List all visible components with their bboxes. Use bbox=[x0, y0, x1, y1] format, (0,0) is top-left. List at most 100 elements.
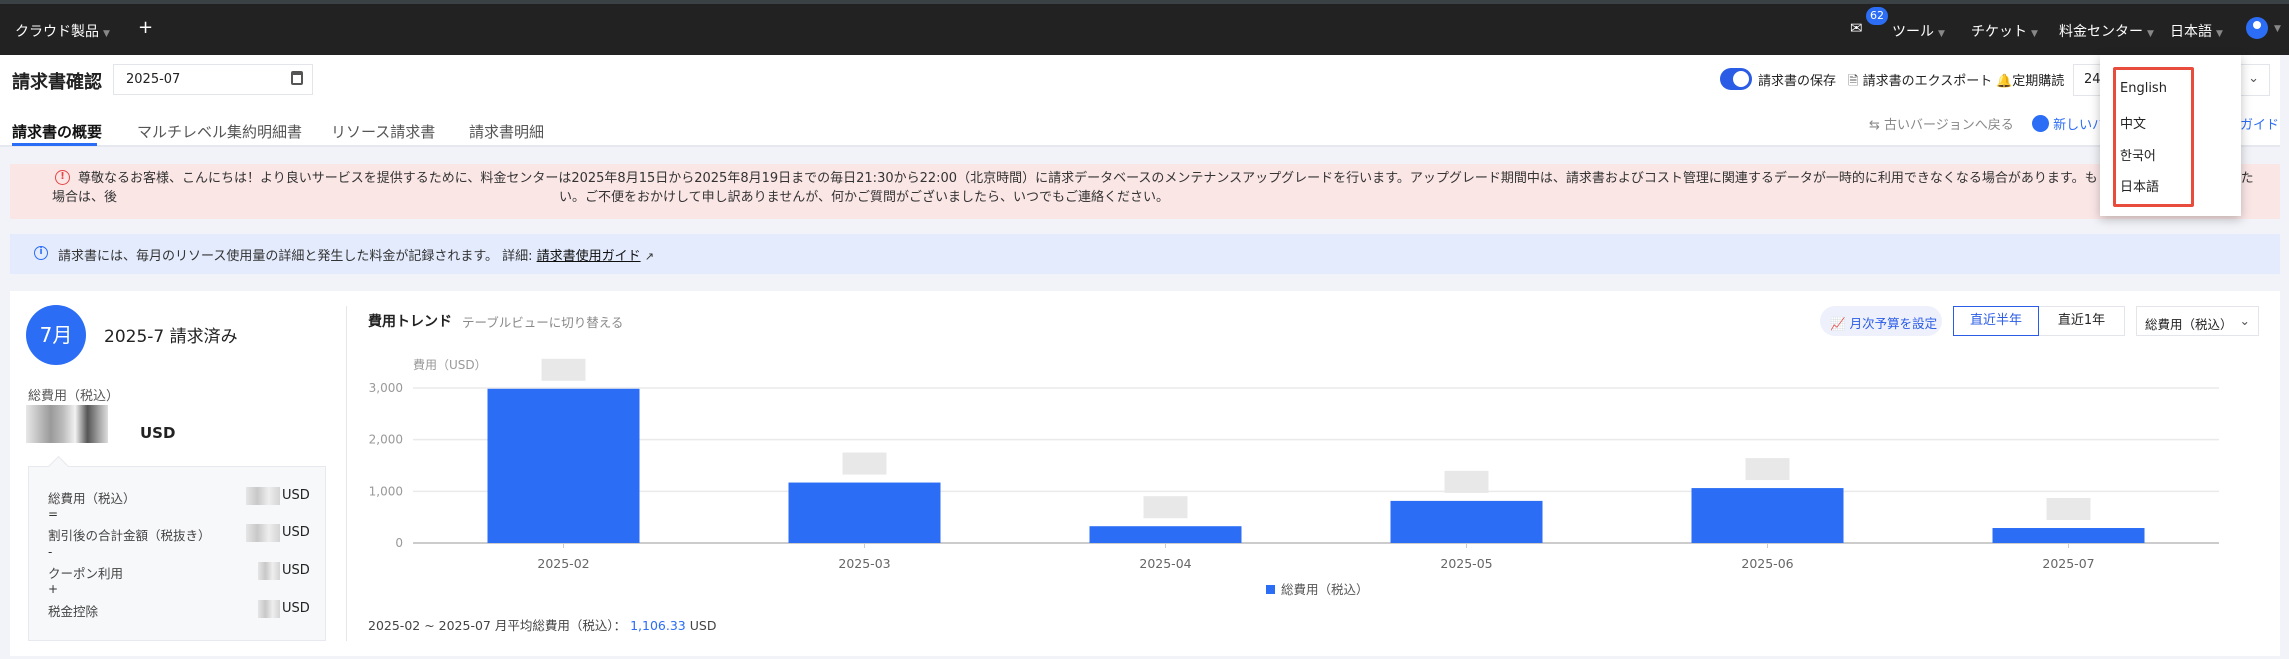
breakdown-label: 税金控除 bbox=[48, 604, 99, 619]
nav-tickets[interactable]: チケット ▼ bbox=[1971, 21, 2038, 41]
chevron-down-icon: ⌄ bbox=[2248, 71, 2259, 86]
language-option-english[interactable]: English bbox=[2120, 81, 2167, 96]
user-avatar[interactable] bbox=[2246, 17, 2268, 39]
breakdown-currency: USD bbox=[282, 525, 310, 540]
maintenance-alert: ! 尊敬なるお客様、こんにちは！より良いサービスを提供するために、料金センターは… bbox=[10, 164, 2280, 219]
nav-cloud-products[interactable]: クラウド製品 ▼ bbox=[15, 21, 110, 41]
nav-cloud-products-label: クラウド製品 bbox=[15, 24, 99, 40]
info-banner: i 請求書には、毎月のリソース使用量の詳細と発生した料金が記録されます。 詳細:… bbox=[10, 234, 2280, 274]
top-nav-bar bbox=[0, 4, 2289, 55]
breakdown-label: 割引後の合計金額（税抜き） bbox=[48, 528, 211, 543]
range-one-year-button[interactable]: 直近1年 bbox=[2039, 306, 2125, 336]
mail-count-badge: 62 bbox=[1866, 7, 1888, 25]
average-cost-label: 2025-02 ~ 2025-07 月平均総費用（税込）： bbox=[368, 618, 627, 633]
calendar-icon bbox=[291, 71, 303, 85]
bar bbox=[1992, 528, 2145, 543]
page-scrollbar-track[interactable] bbox=[2280, 55, 2289, 659]
nav-tools[interactable]: ツール ▼ bbox=[1892, 21, 1945, 41]
breakdown-value-redacted bbox=[258, 600, 280, 618]
bill-status-title: 2025-7 請求済み bbox=[104, 327, 238, 347]
switch-table-view-link[interactable]: テーブルビューに切り替える bbox=[462, 312, 623, 331]
language-option-korean[interactable]: 한국어 bbox=[2120, 145, 2156, 164]
bar-value-redacted bbox=[1143, 496, 1188, 519]
nav-language[interactable]: 日本語 ▼ bbox=[2170, 21, 2223, 41]
trend-chart-icon: 📈 bbox=[1830, 316, 1846, 331]
range-half-year-button[interactable]: 直近半年 bbox=[1953, 306, 2039, 336]
month-value: 2025-07 bbox=[126, 72, 181, 87]
subscribe-label: 定期購読 bbox=[2012, 74, 2065, 89]
average-cost-unit: USD bbox=[689, 618, 717, 633]
metric-select[interactable]: 総費用（税込） ⌄ bbox=[2136, 306, 2259, 336]
external-link-icon: ↗ bbox=[644, 250, 654, 263]
set-monthly-budget-button[interactable]: 📈 月次予算を設定 bbox=[1820, 306, 1942, 336]
tab-multilevel-summary[interactable]: マルチレベル集約明細書 bbox=[137, 121, 302, 142]
back-old-version-link[interactable]: ⇆ 古いバージョンへ戻る bbox=[1869, 114, 2014, 133]
x-tick-label: 2025-05 bbox=[1440, 556, 1492, 571]
bar-value-redacted bbox=[1745, 458, 1790, 481]
invoice-guide-link[interactable]: 請求書使用ガイド bbox=[537, 249, 641, 264]
y-tick-label: 0 bbox=[395, 536, 403, 550]
caret-down-icon: ▼ bbox=[103, 29, 110, 39]
export-invoice-label: 請求書のエクスポート bbox=[1862, 74, 1993, 89]
save-invoice-toggle[interactable] bbox=[1720, 68, 1752, 90]
info-text: 請求書には、毎月のリソース使用量の詳細と発生した料金が記録されます。 詳細: bbox=[58, 249, 533, 264]
swap-icon: ⇆ bbox=[1869, 118, 1880, 133]
tab-resource-invoice[interactable]: リソース請求書 bbox=[331, 121, 435, 142]
nav-billing-label: 料金センター bbox=[2059, 24, 2143, 40]
language-option-japanese[interactable]: 日本語 bbox=[2120, 176, 2159, 195]
bar-value-redacted bbox=[2046, 498, 2091, 521]
nav-language-label: 日本語 bbox=[2170, 24, 2212, 40]
x-tick-label: 2025-04 bbox=[1139, 556, 1191, 571]
caret-down-icon: ▼ bbox=[2031, 29, 2038, 39]
metric-select-value: 総費用（税込） bbox=[2145, 317, 2233, 332]
y-tick-label: 2,000 bbox=[369, 433, 403, 447]
subscribe-button[interactable]: 🔔定期購読 bbox=[1996, 70, 2064, 89]
nav-billing-center[interactable]: 料金センター ▼ bbox=[2059, 21, 2154, 41]
bar-value-redacted bbox=[541, 358, 586, 381]
info-icon: i bbox=[34, 246, 48, 260]
month-picker[interactable]: 2025-07 bbox=[113, 64, 313, 95]
alert-text: 尊敬なるお客様、こんにちは！より良いサービスを提供するために、料金センターは20… bbox=[52, 171, 2254, 205]
total-cost-currency: USD bbox=[140, 424, 176, 442]
guide-link[interactable]: ガイド bbox=[2240, 114, 2279, 133]
bar bbox=[487, 388, 640, 543]
language-option-chinese[interactable]: 中文 bbox=[2120, 113, 2146, 132]
compass-icon bbox=[2032, 115, 2049, 132]
bar-value-redacted bbox=[842, 452, 887, 475]
mail-icon[interactable]: ✉ bbox=[1850, 19, 1863, 37]
nav-tools-label: ツール bbox=[1892, 24, 1934, 40]
breakdown-label: クーポン利用 bbox=[48, 566, 124, 581]
header-select-value: 24 bbox=[2084, 72, 2101, 87]
new-version-link[interactable]: 新しいバ bbox=[2032, 114, 2105, 133]
save-invoice-label: 請求書の保存 bbox=[1758, 74, 1837, 89]
breakdown-operator: + bbox=[48, 582, 59, 596]
x-tick-label: 2025-07 bbox=[2042, 556, 2094, 571]
page-title: 請求書確認 bbox=[12, 72, 102, 93]
bar bbox=[1691, 488, 1844, 543]
export-invoice-button[interactable]: 🗎 請求書のエクスポート bbox=[1848, 70, 1992, 94]
language-dropdown: English 中文 한국어 日本語 bbox=[2100, 55, 2241, 216]
x-tick-label: 2025-06 bbox=[1741, 556, 1793, 571]
bell-icon: 🔔 bbox=[1996, 74, 2013, 89]
tab-invoice-details[interactable]: 請求書明細 bbox=[469, 121, 544, 142]
bar-value-redacted bbox=[1444, 470, 1489, 493]
month-badge: 7月 bbox=[26, 305, 86, 365]
tab-overview[interactable]: 請求書の概要 bbox=[12, 121, 102, 142]
nav-tickets-label: チケット bbox=[1971, 24, 2027, 40]
y-tick-label: 3,000 bbox=[369, 381, 403, 395]
add-tab-button[interactable]: + bbox=[138, 17, 153, 38]
cost-trend-chart: 費用（USD） 0 1,000 2,000 3,000 2025-02 2025-03 202… bbox=[369, 357, 2219, 597]
total-cost-label: 総費用（税込） bbox=[28, 389, 120, 404]
legend-label: 総費用（税込） bbox=[1281, 582, 1369, 597]
caret-down-icon: ▼ bbox=[1938, 29, 1945, 39]
breakdown-value-redacted bbox=[246, 524, 280, 542]
y-axis-title: 費用（USD） bbox=[413, 357, 487, 372]
caret-down-icon[interactable]: ▼ bbox=[2274, 24, 2281, 34]
breakdown-value-redacted bbox=[246, 487, 280, 505]
new-version-label: 新しいバ bbox=[2053, 118, 2106, 133]
back-old-version-label: 古いバージョンへ戻る bbox=[1884, 118, 2014, 133]
breakdown-label: 総費用（税込） bbox=[48, 491, 136, 506]
legend-swatch bbox=[1266, 585, 1275, 594]
active-tab-indicator bbox=[12, 143, 97, 146]
chevron-down-icon: ⌄ bbox=[2239, 313, 2250, 328]
